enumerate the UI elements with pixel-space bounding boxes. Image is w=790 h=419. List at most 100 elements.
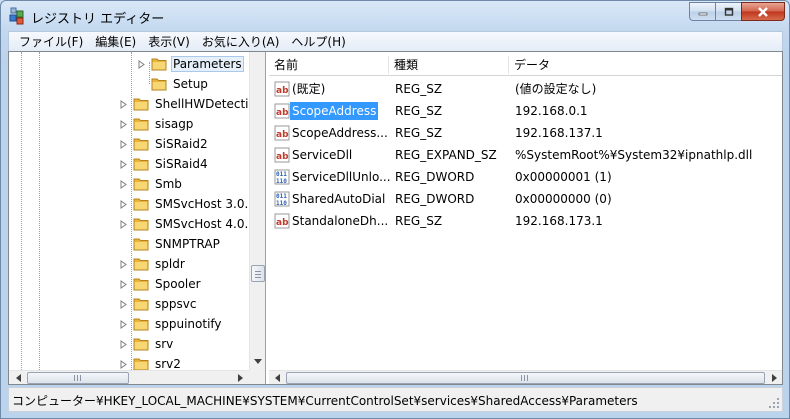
value-data: 192.168.137.1 [515,126,603,140]
value-row-selected[interactable]: ab ScopeAddress REG_SZ 192.168.0.1 [269,100,782,122]
expand-arrow-icon[interactable] [119,160,128,169]
arrow-left-icon [15,374,21,382]
tree-item-label: sisagp [155,117,194,131]
tree-item-setup[interactable]: Setup [151,74,210,94]
tree-item-label: spldr [155,257,185,271]
expand-arrow-icon[interactable] [119,280,128,289]
column-header-name[interactable]: 名前 [269,54,387,76]
value-type: REG_EXPAND_SZ [395,148,497,162]
value-data: 192.168.173.1 [515,214,603,228]
value-row[interactable]: ab ScopeAddress... REG_SZ 192.168.137.1 [269,122,782,144]
tree-item[interactable]: ShellHWDetection [120,94,249,114]
menu-favorites[interactable]: お気に入り(A) [196,33,286,51]
grip-icon [521,375,528,381]
value-data: 0x00000000 (0) [515,192,612,206]
value-type: REG_SZ [395,104,443,118]
tree-item[interactable]: SMSvcHost 3.0.0.0 [120,194,249,214]
tree-item[interactable]: srv [120,334,175,354]
tree-guide-line [39,52,40,370]
expand-arrow-icon[interactable] [119,320,128,329]
minimize-button[interactable] [689,2,715,21]
tree-hscroll-thumb[interactable] [27,372,129,384]
title-bar[interactable]: レジストリ エディター [1,1,789,31]
expand-arrow-icon[interactable] [119,260,128,269]
size-grip-icon[interactable] [768,397,780,409]
string-value-icon: ab [274,81,290,97]
folder-icon [133,118,149,131]
tree-item-label: Smb [155,177,182,191]
menu-view[interactable]: 表示(V) [142,33,196,51]
expand-arrow-icon[interactable] [119,120,128,129]
tree-item[interactable]: Smb [120,174,184,194]
expand-arrow-icon[interactable] [119,300,128,309]
svg-text:ab: ab [276,152,289,162]
tree-item-label: Parameters [171,56,244,72]
string-value-icon: ab [274,125,290,141]
expand-arrow-icon[interactable] [119,340,128,349]
tree-item[interactable]: sisagp [120,114,195,134]
tree-item[interactable]: SMSvcHost 4.0.0.0 [120,214,249,234]
tree-scroll-thumb[interactable] [251,265,265,282]
list-hscroll-thumb[interactable] [286,372,765,384]
close-button[interactable] [741,2,785,21]
value-row[interactable]: ab (既定) REG_SZ (値の設定なし) [269,78,782,100]
tree-item[interactable]: Spooler [120,274,203,294]
expand-arrow-icon[interactable] [119,180,128,189]
tree-item-label: Spooler [155,277,201,291]
svg-text:ab: ab [276,86,289,96]
value-row[interactable]: 011 110 ServiceDllUnlo... REG_DWORD 0x000… [269,166,782,188]
tree-item-label: SiSRaid2 [155,137,208,151]
menu-help[interactable]: ヘルプ(H) [285,33,351,51]
tree-guide-line [149,62,150,84]
tree-item[interactable]: spldr [120,254,187,274]
close-icon [758,6,768,17]
expand-arrow-icon[interactable] [119,200,128,209]
value-type: REG_SZ [395,82,443,96]
folder-icon [133,258,149,271]
value-row[interactable]: ab StandaloneDh... REG_SZ 192.168.173.1 [269,210,782,232]
tree-item[interactable]: SNMPTRAP [133,234,222,254]
svg-text:ab: ab [276,130,289,140]
expand-arrow-icon[interactable] [119,220,128,229]
value-type: REG_DWORD [395,192,475,206]
tree-item[interactable]: SiSRaid4 [120,154,210,174]
scroll-down-button[interactable] [251,353,265,369]
tree-item[interactable]: sppsvc [120,294,198,314]
value-data: 0x00000001 (1) [515,170,612,184]
maximize-button[interactable] [715,2,741,21]
folder-icon [133,298,149,311]
tree-item[interactable]: sppuinotify [120,314,224,334]
scroll-right-button[interactable] [232,371,248,384]
tree-item-label: SMSvcHost 3.0.0.0 [155,197,249,211]
grip-icon [255,271,261,278]
tree-horizontal-scrollbar[interactable] [9,370,249,384]
menu-file[interactable]: ファイル(F) [13,33,89,51]
value-name: ServiceDllUnlo... [292,170,391,184]
grip-icon [74,375,81,381]
column-header-type[interactable]: 種類 [389,54,507,76]
folder-icon [133,198,149,211]
expand-arrow-icon[interactable] [119,100,128,109]
expand-arrow-icon[interactable] [119,360,128,369]
tree-item[interactable]: srv2 [120,354,183,370]
tree-item[interactable]: SiSRaid2 [120,134,210,154]
svg-text:110: 110 [276,200,287,207]
value-data: %SystemRoot%¥System32¥ipnathlp.dll [515,148,753,162]
list-horizontal-scrollbar[interactable] [269,370,782,384]
scroll-left-button[interactable] [269,371,285,384]
scroll-right-button[interactable] [766,371,782,384]
expand-arrow-icon[interactable] [137,60,146,69]
tree-item-parameters[interactable]: Parameters [138,54,244,74]
tree-guide-line [21,52,22,370]
value-row[interactable]: 011 110 SharedAutoDial REG_DWORD 0x000000… [269,188,782,210]
value-row[interactable]: ab ServiceDll REG_EXPAND_SZ %SystemRoot%… [269,144,782,166]
scroll-left-button[interactable] [10,371,26,384]
menu-edit[interactable]: 編集(E) [89,33,142,51]
tree-vertical-scrollbar[interactable] [249,52,265,370]
expand-arrow-icon[interactable] [119,140,128,149]
tree-item-label: Setup [173,77,208,91]
registry-editor-app-icon [9,7,24,25]
list-header: 名前 種類 データ [269,54,782,76]
column-header-data[interactable]: データ [509,54,779,76]
tree-item-label: ShellHWDetection [155,97,249,111]
